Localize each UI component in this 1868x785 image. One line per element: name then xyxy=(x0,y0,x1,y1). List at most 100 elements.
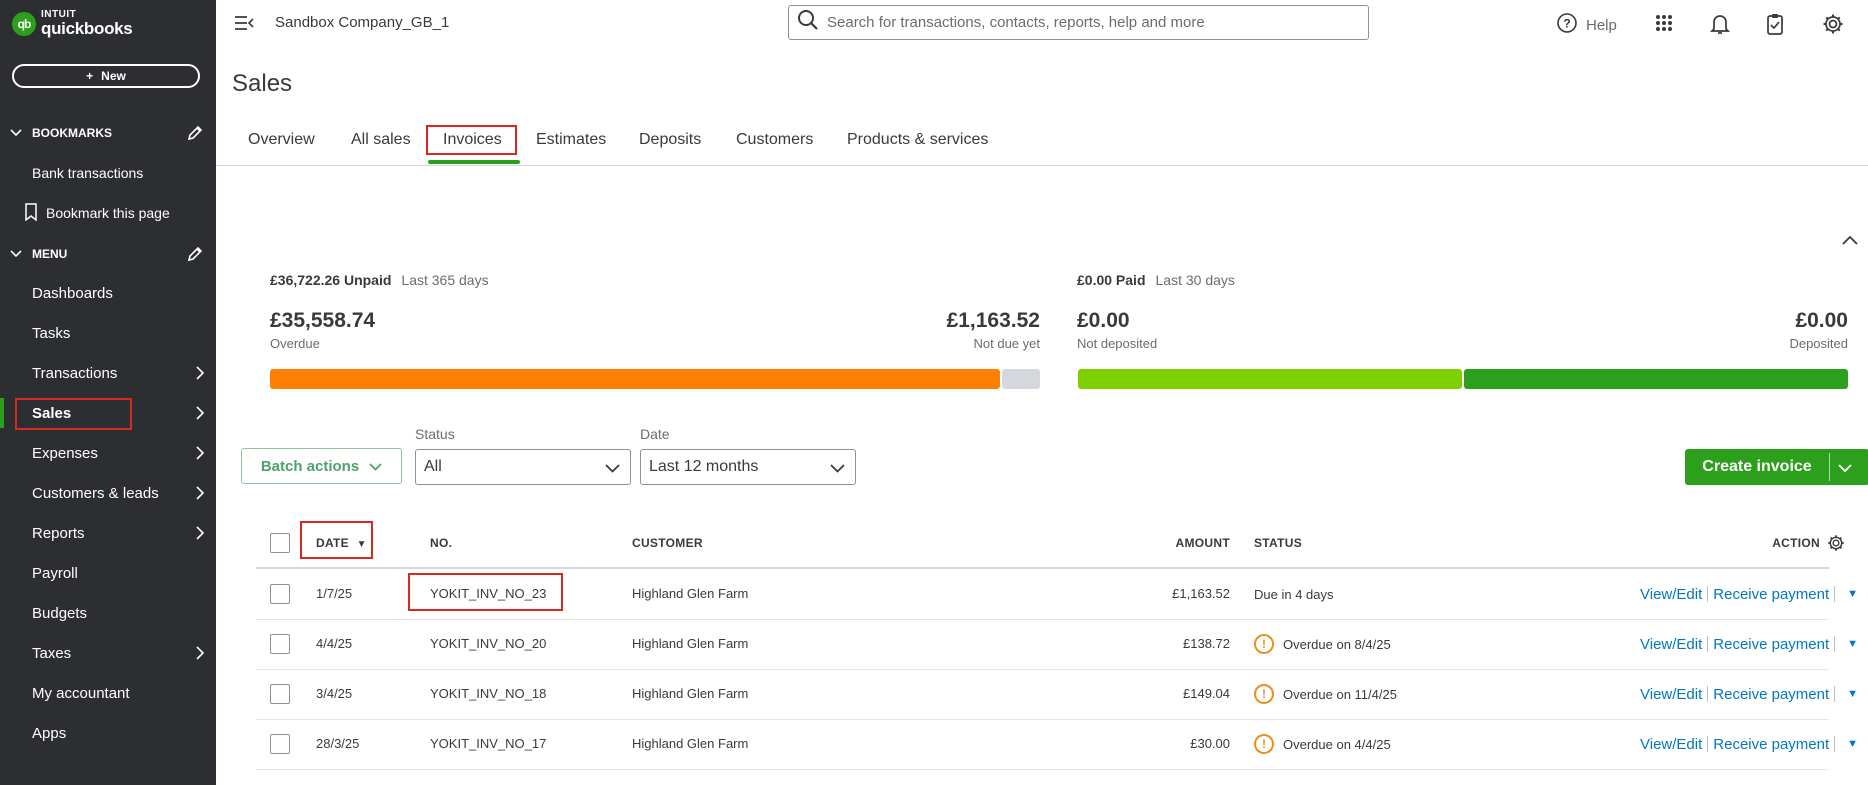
column-header-status[interactable]: STATUS xyxy=(1254,536,1302,550)
row-checkbox[interactable] xyxy=(270,684,290,704)
view-edit-link[interactable]: View/Edit xyxy=(1640,686,1702,703)
help-button[interactable]: ? Help xyxy=(1556,12,1617,38)
chevron-right-icon xyxy=(196,526,205,544)
sidebar-item-label: My accountant xyxy=(32,684,130,702)
bookmark-this-page[interactable]: Bookmark this page xyxy=(0,196,216,230)
bell-icon[interactable] xyxy=(1709,13,1731,40)
sidebar-item-apps[interactable]: Apps xyxy=(0,716,216,750)
overdue-bar-segment[interactable] xyxy=(270,369,1000,389)
qb-logo-icon: qb xyxy=(12,11,36,36)
sidebar-item-dashboards[interactable]: Dashboards xyxy=(0,276,216,310)
company-name[interactable]: Sandbox Company_GB_1 xyxy=(275,14,449,31)
not-deposited-caption: Not deposited xyxy=(1077,336,1158,351)
deposited-bar-segment[interactable] xyxy=(1464,369,1848,389)
tab-overview[interactable]: Overview xyxy=(248,131,315,149)
sidebar-item-expenses[interactable]: Expenses xyxy=(0,436,216,470)
sidebar-item-label: Taxes xyxy=(32,644,72,662)
status-select-value: All xyxy=(424,458,442,475)
batch-actions-button[interactable]: Batch actions xyxy=(241,448,402,484)
bookmark-label: Bookmark this page xyxy=(46,205,170,221)
pencil-icon[interactable] xyxy=(186,245,204,266)
batch-actions-label: Batch actions xyxy=(260,457,360,475)
sidebar-item-label: Tasks xyxy=(32,324,71,342)
search-box[interactable] xyxy=(788,5,1369,40)
column-header-no[interactable]: NO. xyxy=(430,536,452,550)
tab-deposits[interactable]: Deposits xyxy=(639,131,701,149)
row-action-dropdown-icon[interactable]: ▼ xyxy=(1847,588,1858,600)
cell-customer: Highland Glen Farm xyxy=(632,736,749,751)
cell-amount: £30.00 xyxy=(1190,736,1230,751)
cell-invoice-no: YOKIT_INV_NO_18 xyxy=(430,686,547,701)
chevron-right-icon xyxy=(196,646,205,664)
cell-status: ! Overdue on 11/4/25 xyxy=(1254,684,1397,704)
receive-payment-link[interactable]: Receive payment xyxy=(1713,736,1829,753)
collapse-chevron-up-icon[interactable] xyxy=(1842,232,1858,250)
bookmark-bank-transactions[interactable]: Bank transactions xyxy=(0,156,216,190)
view-edit-link[interactable]: View/Edit xyxy=(1640,636,1702,653)
sidebar-item-customers-and-leads[interactable]: Customers & leads xyxy=(0,476,216,510)
not-due-bar-segment[interactable] xyxy=(1002,369,1040,389)
cell-customer: Highland Glen Farm xyxy=(632,586,749,601)
clipboard-icon[interactable] xyxy=(1766,13,1784,40)
tab-all-sales[interactable]: All sales xyxy=(351,131,411,149)
not-due-caption: Not due yet xyxy=(973,336,1041,351)
select-all-checkbox[interactable] xyxy=(270,533,290,553)
not-deposited-bar-segment[interactable] xyxy=(1078,369,1462,389)
view-edit-link[interactable]: View/Edit xyxy=(1640,736,1702,753)
quickbooks-logo[interactable]: qb INTUIT quickbooks xyxy=(12,10,133,37)
bookmark-label: Bank transactions xyxy=(32,165,144,181)
view-edit-link[interactable]: View/Edit xyxy=(1640,586,1702,603)
column-header-customer[interactable]: CUSTOMER xyxy=(632,536,703,550)
paid-total: £0.00 Paid xyxy=(1077,272,1146,288)
plus-icon: + xyxy=(86,69,94,83)
cell-date: 4/4/25 xyxy=(316,636,353,651)
search-input[interactable] xyxy=(827,14,1347,31)
new-button-label: New xyxy=(101,69,126,83)
receive-payment-link[interactable]: Receive payment xyxy=(1713,686,1829,703)
create-invoice-button[interactable]: Create invoice xyxy=(1685,449,1868,485)
sidebar-item-budgets[interactable]: Budgets xyxy=(0,596,216,630)
bookmarks-header[interactable]: BOOKMARKS xyxy=(0,120,216,146)
create-invoice-label: Create invoice xyxy=(1702,458,1812,475)
sidebar-item-payroll[interactable]: Payroll xyxy=(0,556,216,590)
sidebar-item-reports[interactable]: Reports xyxy=(0,516,216,550)
new-button[interactable]: + New xyxy=(12,64,200,88)
paid-summary-label: £0.00 Paid Last 30 days xyxy=(1077,272,1235,288)
page-title: Sales xyxy=(232,70,293,97)
table-settings-gear-icon[interactable] xyxy=(1827,534,1845,557)
pencil-icon[interactable] xyxy=(186,124,204,145)
highlight-box xyxy=(426,125,517,155)
row-checkbox[interactable] xyxy=(270,584,290,604)
bookmark-icon xyxy=(24,202,38,224)
paid-period: Last 30 days xyxy=(1155,272,1235,288)
receive-payment-link[interactable]: Receive payment xyxy=(1713,586,1829,603)
sidebar-item-my-accountant[interactable]: My accountant xyxy=(0,676,216,710)
chevron-down-icon[interactable] xyxy=(1838,460,1852,478)
row-action-dropdown-icon[interactable]: ▼ xyxy=(1847,738,1858,750)
row-action-dropdown-icon[interactable]: ▼ xyxy=(1847,638,1858,650)
menu-header-label: MENU xyxy=(32,247,68,261)
row-action-dropdown-icon[interactable]: ▼ xyxy=(1847,688,1858,700)
gear-icon[interactable] xyxy=(1822,13,1844,40)
status-select[interactable]: All xyxy=(415,449,631,485)
row-checkbox[interactable] xyxy=(270,734,290,754)
top-bar: Sandbox Company_GB_1 ? Help xyxy=(216,0,1868,48)
column-header-amount[interactable]: AMOUNT xyxy=(1130,536,1230,550)
tab-products-services[interactable]: Products & services xyxy=(847,131,988,149)
chevron-right-icon xyxy=(196,486,205,504)
highlight-box xyxy=(300,521,373,559)
date-select[interactable]: Last 12 months xyxy=(640,449,856,485)
receive-payment-link[interactable]: Receive payment xyxy=(1713,636,1829,653)
menu-header[interactable]: MENU xyxy=(0,241,216,267)
chevron-down-icon xyxy=(0,247,32,261)
row-checkbox[interactable] xyxy=(270,634,290,654)
sidebar-item-taxes[interactable]: Taxes xyxy=(0,636,216,670)
cell-status: Due in 4 days xyxy=(1254,584,1334,604)
sidebar-item-transactions[interactable]: Transactions xyxy=(0,356,216,390)
apps-grid-icon[interactable] xyxy=(1654,13,1674,38)
menu-toggle-icon[interactable] xyxy=(234,14,254,37)
sidebar-item-tasks[interactable]: Tasks xyxy=(0,316,216,350)
tab-customers[interactable]: Customers xyxy=(736,131,813,149)
cell-status: ! Overdue on 8/4/25 xyxy=(1254,634,1391,654)
tab-estimates[interactable]: Estimates xyxy=(536,131,606,149)
